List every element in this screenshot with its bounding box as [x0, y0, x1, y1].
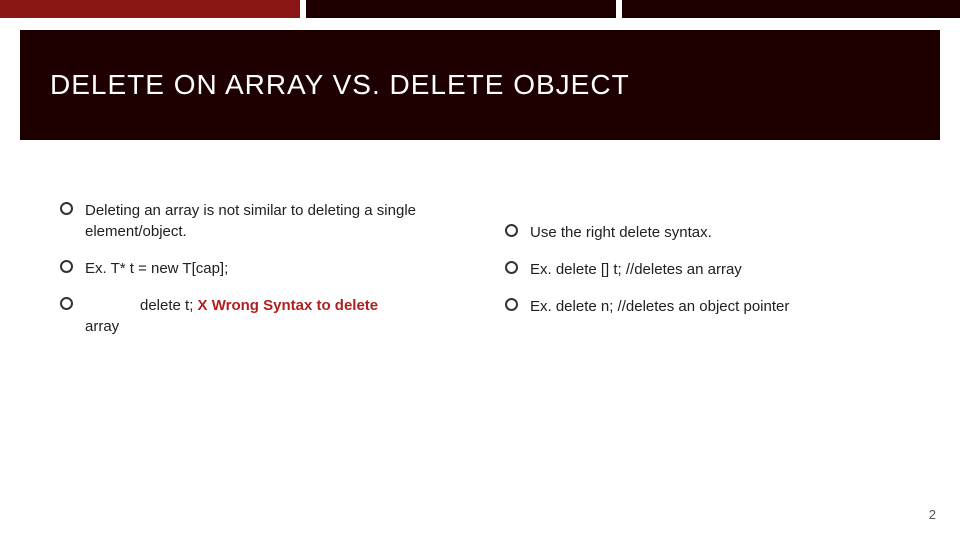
- bullet-ring-icon: [505, 298, 518, 311]
- wrong-syntax-code: delete t;: [140, 297, 198, 314]
- bullet-text: Ex. delete [] t; //deletes an array: [530, 259, 900, 280]
- bullet-text: Ex. T* t = new T[cap];: [85, 258, 455, 279]
- top-accent-bar: [0, 0, 960, 18]
- bullet-ring-icon: [505, 224, 518, 237]
- bullet-ring-icon: [60, 260, 73, 273]
- bullet-text: delete t; X Wrong Syntax to delete array: [85, 295, 455, 337]
- title-bar: DELETE ON ARRAY VS. DELETE OBJECT: [20, 30, 940, 140]
- bullet-item: Ex. delete [] t; //deletes an array: [505, 259, 900, 280]
- right-column: Use the right delete syntax. Ex. delete …: [505, 200, 900, 337]
- wrong-x-mark: X: [198, 297, 208, 314]
- bullet-item: Ex. T* t = new T[cap];: [60, 258, 455, 279]
- wrong-label: Wrong Syntax to delete: [208, 297, 379, 314]
- slide-title: DELETE ON ARRAY VS. DELETE OBJECT: [50, 69, 630, 101]
- bullet-item: Use the right delete syntax.: [505, 222, 900, 243]
- bullet-item: delete t; X Wrong Syntax to delete array: [60, 295, 455, 337]
- bullet-item: Ex. delete n; //deletes an object pointe…: [505, 296, 900, 317]
- accent-segment-right: [622, 0, 960, 18]
- content-area: Deleting an array is not similar to dele…: [60, 200, 900, 337]
- wrong-syntax-tail: array: [85, 318, 119, 335]
- accent-segment-red: [0, 0, 300, 18]
- bullet-text: Deleting an array is not similar to dele…: [85, 200, 455, 242]
- bullet-ring-icon: [505, 261, 518, 274]
- bullet-ring-icon: [60, 297, 73, 310]
- bullet-ring-icon: [60, 202, 73, 215]
- accent-segment-mid: [306, 0, 616, 18]
- bullet-item: Deleting an array is not similar to dele…: [60, 200, 455, 242]
- page-number: 2: [929, 507, 936, 522]
- bullet-text: Ex. delete n; //deletes an object pointe…: [530, 296, 900, 317]
- left-column: Deleting an array is not similar to dele…: [60, 200, 455, 337]
- bullet-text: Use the right delete syntax.: [530, 222, 900, 243]
- wrong-syntax-line: delete t; X Wrong Syntax to delete: [85, 295, 455, 316]
